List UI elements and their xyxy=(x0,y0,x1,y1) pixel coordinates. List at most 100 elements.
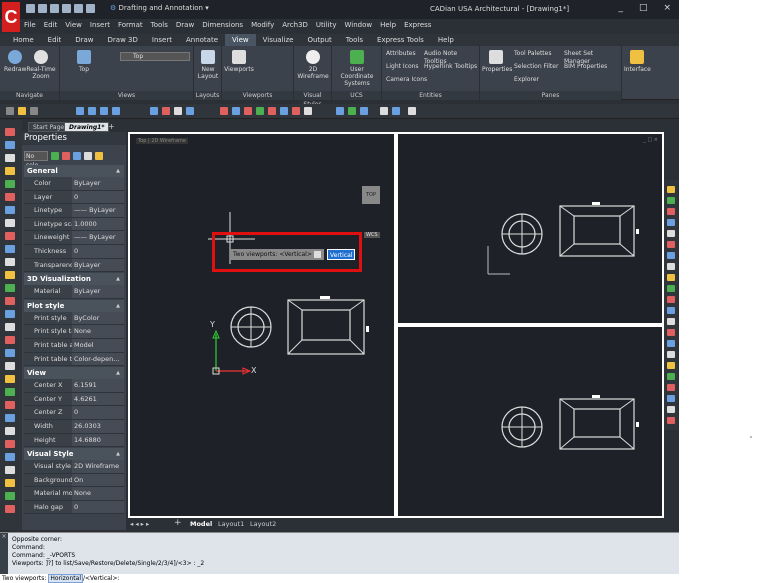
left-toolbar-icon[interactable] xyxy=(5,206,15,214)
property-value[interactable]: 2D Wireframe xyxy=(72,460,124,473)
redraw-button[interactable]: Redraw xyxy=(4,50,26,73)
print-icon[interactable] xyxy=(62,4,71,13)
realtime-zoom-button[interactable]: Real-Time Zoom xyxy=(26,50,56,80)
tab-output[interactable]: Output xyxy=(300,34,338,46)
property-value[interactable]: None xyxy=(72,487,124,500)
left-toolbar-icon[interactable] xyxy=(5,414,15,422)
menu-view[interactable]: View xyxy=(65,19,82,32)
toolbar-icon[interactable] xyxy=(280,107,288,115)
property-section-header[interactable]: View xyxy=(24,367,124,380)
tab-draw[interactable]: Draw xyxy=(68,34,100,46)
toolbar-icon[interactable] xyxy=(162,107,170,115)
toolbar-icon[interactable] xyxy=(112,107,120,115)
property-row[interactable]: Center Z0 xyxy=(24,406,124,420)
property-value[interactable]: None xyxy=(72,325,124,338)
toolbar-icon[interactable] xyxy=(220,107,228,115)
property-value[interactable]: Model xyxy=(72,338,124,352)
left-toolbar-icon[interactable] xyxy=(5,440,15,448)
viewport-right-bottom[interactable] xyxy=(396,325,664,518)
right-toolbar-icon[interactable] xyxy=(667,406,675,413)
left-toolbar-icon[interactable] xyxy=(5,258,15,266)
right-toolbar-icon[interactable] xyxy=(667,362,675,369)
top-view-button[interactable]: Top xyxy=(74,50,94,73)
minimize-button[interactable]: _ xyxy=(618,3,623,13)
selection-combo[interactable]: No sele xyxy=(24,151,48,169)
save-icon[interactable] xyxy=(50,4,59,13)
pickadd-icon[interactable] xyxy=(73,152,81,160)
property-row[interactable]: TransparencyByLayer xyxy=(24,258,124,273)
property-row[interactable]: Print table at...Model xyxy=(24,338,124,353)
property-row[interactable]: Visual style 2D Wireframe xyxy=(24,460,124,474)
add-layout-button[interactable]: + xyxy=(174,518,182,528)
right-toolbar-icon[interactable] xyxy=(667,395,675,402)
toggle-icon[interactable] xyxy=(95,152,103,160)
tab-home[interactable]: Home xyxy=(6,34,41,46)
left-toolbar-icon[interactable] xyxy=(5,271,15,279)
quick-select-icon[interactable] xyxy=(62,152,70,160)
toolbar-icon[interactable] xyxy=(348,107,356,115)
property-value[interactable]: 0 xyxy=(72,500,124,514)
left-toolbar-icon[interactable] xyxy=(5,180,15,188)
property-row[interactable]: Linetype scale1.0000 xyxy=(24,217,124,232)
tab-insert[interactable]: Insert xyxy=(145,34,179,46)
viewport-controls[interactable]: _ □ × xyxy=(643,137,658,143)
toolbar-icon[interactable] xyxy=(232,107,240,115)
left-toolbar-icon[interactable] xyxy=(5,284,15,292)
property-row[interactable]: Halo gap 0 xyxy=(24,500,124,515)
property-value[interactable]: 26.0303 xyxy=(72,419,124,433)
property-row[interactable]: Print style ta...None xyxy=(24,325,124,339)
open-icon[interactable] xyxy=(38,4,47,13)
property-value[interactable]: 6.1591 xyxy=(72,379,124,392)
tab-annotate[interactable]: Annotate xyxy=(179,34,225,46)
left-toolbar-icon[interactable] xyxy=(5,193,15,201)
property-value[interactable]: —— ByLayer xyxy=(72,204,124,217)
property-row[interactable]: Lineweight —— ByLayer xyxy=(24,231,124,245)
left-toolbar-icon[interactable] xyxy=(5,336,15,344)
menu-express[interactable]: Express xyxy=(404,19,431,32)
toolbar-icon[interactable] xyxy=(292,107,300,115)
light-icons-toggle[interactable]: Light Icons xyxy=(386,63,419,71)
new-icon[interactable] xyxy=(26,4,35,13)
menu-format[interactable]: Format xyxy=(118,19,143,32)
viewports-button[interactable]: Viewports xyxy=(224,50,254,73)
view-combo[interactable]: Top xyxy=(120,52,190,61)
doc-tab-start-page[interactable]: Start Page xyxy=(28,122,70,132)
toolbar-icon[interactable] xyxy=(256,107,264,115)
left-toolbar-icon[interactable] xyxy=(5,505,15,513)
property-row[interactable]: Material modeNone xyxy=(24,487,124,501)
right-toolbar-icon[interactable] xyxy=(667,263,675,270)
toolbar-icon[interactable] xyxy=(100,107,108,115)
property-value[interactable]: ByLayer xyxy=(72,285,124,298)
selection-filter-button[interactable]: Selection Filter xyxy=(514,63,558,71)
property-value[interactable]: —— ByLayer xyxy=(72,231,124,244)
property-row[interactable]: Width 26.0303 xyxy=(24,419,124,434)
toolbar-icon[interactable] xyxy=(150,107,158,115)
filter-icon[interactable] xyxy=(84,152,92,160)
command-prompt[interactable]: Two viewports: Horizontal/<Vertical>: xyxy=(0,574,679,583)
bim-properties-button[interactable]: BIM Properties xyxy=(564,63,607,71)
right-toolbar-icon[interactable] xyxy=(667,208,675,215)
layout-nav-icons[interactable]: ◂ ◂ ▸ ▸ xyxy=(130,519,149,529)
property-value[interactable]: ByColor xyxy=(72,311,124,325)
toolbar-icon[interactable] xyxy=(18,107,26,115)
viewport-left[interactable]: Top | 2D Wireframe TOP WCS Y X Two viewp… xyxy=(128,132,396,518)
doc-tab-drawing1[interactable]: Drawing1* xyxy=(64,122,110,132)
tab-draw3d[interactable]: Draw 3D xyxy=(101,34,145,46)
left-toolbar-icon[interactable] xyxy=(5,245,15,253)
new-tab-button[interactable]: + xyxy=(108,122,115,132)
wireframe-button[interactable]: 2D Wireframe xyxy=(296,50,330,80)
property-value[interactable]: 4.6261 xyxy=(72,392,124,406)
property-value[interactable]: ByLayer xyxy=(72,177,124,190)
menu-utility[interactable]: Utility xyxy=(316,19,337,32)
right-toolbar-icon[interactable] xyxy=(667,384,675,391)
left-toolbar-icon[interactable] xyxy=(5,167,15,175)
tab-visualize[interactable]: Visualize xyxy=(256,34,301,46)
left-toolbar-icon[interactable] xyxy=(5,232,15,240)
property-value[interactable]: 0 xyxy=(72,244,124,258)
tab-tools[interactable]: Tools xyxy=(339,34,370,46)
property-row[interactable]: Material ByLayer xyxy=(24,285,124,299)
right-toolbar-icon[interactable] xyxy=(667,351,675,358)
left-toolbar-icon[interactable] xyxy=(5,492,15,500)
left-toolbar-icon[interactable] xyxy=(5,297,15,305)
tool-palettes-button[interactable]: Tool Palettes xyxy=(514,50,551,58)
